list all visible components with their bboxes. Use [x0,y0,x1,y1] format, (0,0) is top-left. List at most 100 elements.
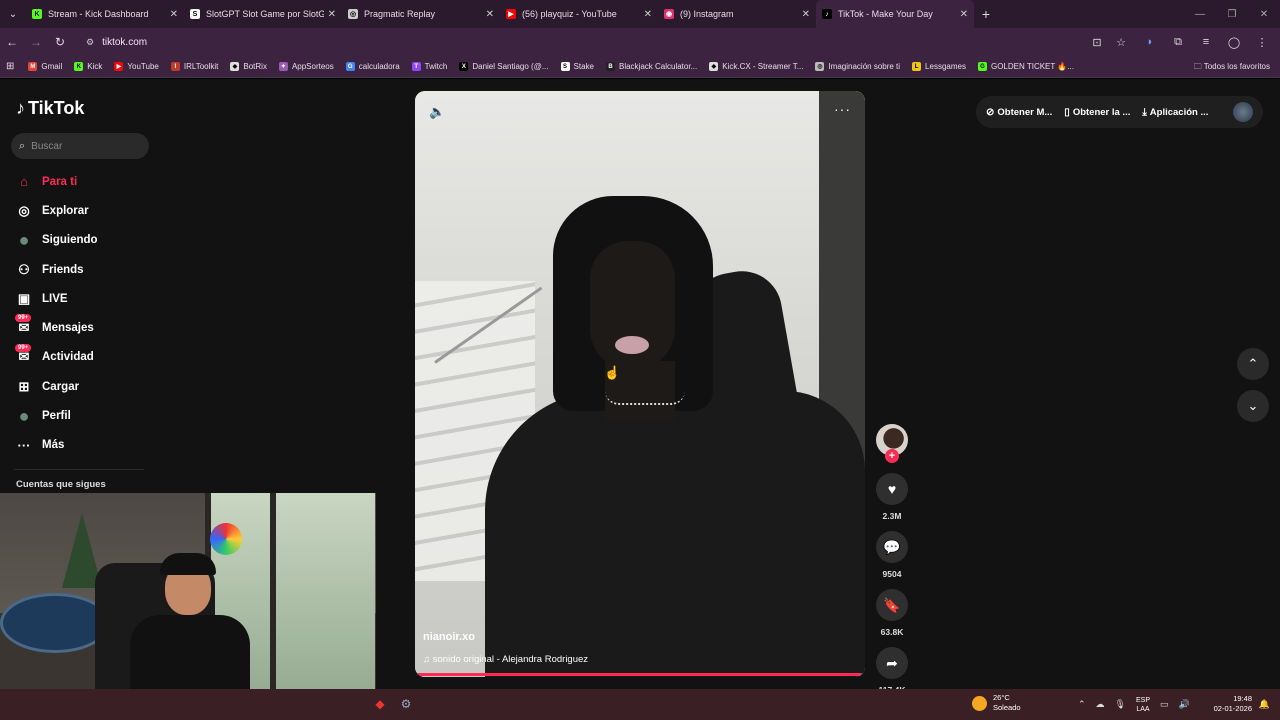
sidebar-item-cargar[interactable]: ⊞ Cargar [14,372,98,401]
video-username[interactable]: nianoir.xo [423,631,475,643]
notification-badge: 99+ [15,343,32,352]
reload-button[interactable]: ↻ [48,30,72,54]
bookmark-star-icon[interactable]: ☆ [1112,36,1130,49]
bookmark-icon: ◆ [230,62,240,71]
sidebar-item-siguiendo[interactable]: ● Siguiendo [14,226,98,255]
browser-tab[interactable]: ◉ (9) Instagram ✕ [658,0,816,28]
notification-bell-icon[interactable]: 🔔 [1259,699,1270,710]
comment-action[interactable]: 💬 9504 [876,531,908,579]
close-window-button[interactable]: ✕ [1248,0,1280,28]
user-avatar[interactable] [1233,102,1253,122]
bookmark-item[interactable]: ◆ Kick.CX - Streamer T... [709,62,803,71]
tab-close-icon[interactable]: ✕ [328,9,336,20]
search-input[interactable] [31,140,132,152]
profile-icon[interactable]: ◯ [1222,36,1246,49]
video-actions: + ♥ 2.3M 💬 9504 🔖 63.8K ➦ 117.4K [876,424,908,695]
minimize-button[interactable]: — [1184,0,1216,28]
back-button[interactable]: ← [0,30,24,54]
microphone-icon[interactable]: 🎙 [1115,699,1126,710]
clock[interactable]: 19:48 02-01-2026 [1214,694,1252,714]
site-info-icon[interactable]: ⚙ [86,37,94,48]
video-player[interactable]: 🔈 ··· ☝ nianoir.xo ♫ sonido original - A… [415,91,865,677]
bookmark-item[interactable]: ▶ YouTube [114,62,159,71]
tiktok-logo[interactable]: ♪ TikTok [16,98,84,119]
tab-strip: ⌄ K Stream - Kick Dashboard ✕ S SlotGPT Slot… [0,0,1280,28]
pc-app-button[interactable]: ⤓ Aplicación ... [1142,107,1208,118]
tab-search-button[interactable]: ⌄ [0,0,26,28]
browser-tab[interactable]: ♪ TikTok - Make Your Day ✕ [816,0,974,28]
bookmark-item[interactable]: L Lessgames [912,62,966,71]
menu-kebab-icon[interactable]: ⋮ [1250,36,1274,49]
browser-tab[interactable]: K Stream - Kick Dashboard ✕ [26,0,184,28]
share-icon[interactable]: ➦ [876,647,908,679]
video-progress-bar[interactable] [415,673,865,676]
heart-icon[interactable]: ♥ [876,473,908,505]
video-music[interactable]: ♫ sonido original - Alejandra Rodriguez [423,654,588,665]
onedrive-icon[interactable]: ☁ [1096,699,1105,710]
bookmark-item[interactable]: Gcalculadora [345,62,400,71]
settings-taskbar-icon[interactable]: ⚙ [398,696,414,712]
bookmark-item[interactable]: I IRLToolkit [170,62,218,71]
browser-tab[interactable]: ▶ (56) playquiz - YouTube ✕ [500,0,658,28]
bookmark-item[interactable]: M Gmail [28,62,62,71]
video-more-icon[interactable]: ··· [834,101,851,117]
tab-title: (9) Instagram [680,9,734,19]
sidebar-item-actividad[interactable]: ✉ Actividad 99+ [14,343,98,372]
search-box[interactable]: ⌕ [11,133,149,159]
music-note-icon: ♫ [423,654,433,665]
bookmark-item[interactable]: B Blackjack Calculator... [605,62,698,71]
bookmark-item[interactable]: G GOLDEN TICKET 🔥... [977,62,1074,71]
sidebar-item-live[interactable]: ▣ LIVE [14,284,98,313]
apps-grid-icon[interactable]: ⊞ [6,61,14,72]
sidebar-item-friends[interactable]: ⚇ Friends [14,255,98,284]
share-action[interactable]: ➦ 117.4K [876,647,908,695]
sidebar-item-m-s[interactable]: ··· Más [14,431,98,460]
get-coins-button[interactable]: ⊘ Obtener M... [986,107,1052,118]
chevron-up-icon[interactable]: ⌃ [1237,348,1269,380]
network-icon[interactable]: ▭ [1160,699,1169,710]
sidebar-item-para-ti[interactable]: ⌂ Para ti [14,167,98,196]
like-action[interactable]: ♥ 2.3M [876,473,908,521]
profile-avatar-icon: ● [18,405,30,426]
tab-close-icon[interactable]: ✕ [802,9,810,20]
bookmark-item[interactable]: S Stake [560,62,594,71]
tray-chevron-icon[interactable]: ⌃ [1078,699,1086,710]
bookmark-item[interactable]: ◆ BotRix [230,62,267,71]
bookmark-item[interactable]: ✦ AppSorteos [278,62,334,71]
app-taskbar-icon[interactable]: ◆ [372,696,388,712]
tab-close-icon[interactable]: ✕ [486,9,494,20]
bookmark-icon[interactable]: 🔖 [876,589,908,621]
sidebar-item-mensajes[interactable]: ✉ Mensajes 99+ [14,313,98,342]
get-app-button[interactable]: ▯ Obtener la ... [1064,107,1130,118]
bookmark-label: Blackjack Calculator... [618,62,698,71]
url-bar[interactable]: ⚙ tiktok.com ⊡ ☆ [78,31,1138,53]
new-tab-button[interactable]: + [974,6,998,22]
tab-close-icon[interactable]: ✕ [170,9,178,20]
language-indicator[interactable]: ESP LAA [1136,696,1150,714]
follow-plus-icon[interactable]: + [885,449,899,463]
save-action[interactable]: 🔖 63.8K [876,589,908,637]
bookmark-item[interactable]: T Twitch [411,62,447,71]
sidebar-item-explorar[interactable]: ◎ Explorar [14,196,98,225]
bookmark-item[interactable]: K Kick [74,62,102,71]
media-control-icon[interactable]: ≡ [1194,36,1218,49]
weather-widget[interactable]: 26°C Soleado [972,693,1021,713]
speaker-icon[interactable]: 🔊 [1179,699,1190,710]
comment-count: 9504 [882,569,902,579]
comment-icon[interactable]: 💬 [876,531,908,563]
maximize-button[interactable]: ❐ [1216,0,1248,28]
browser-tab[interactable]: S SlotGPT Slot Game por SlotGPT ✕ [184,0,342,28]
extension-icon[interactable]: ◗ [1138,36,1162,49]
tab-close-icon[interactable]: ✕ [960,9,968,20]
install-app-icon[interactable]: ⊡ [1088,36,1106,49]
volume-icon[interactable]: 🔈 [429,104,445,120]
tab-close-icon[interactable]: ✕ [644,9,652,20]
bookmark-item[interactable]: X Daniel Santiago (@... [459,62,549,71]
chevron-down-icon[interactable]: ⌄ [1237,390,1269,422]
all-bookmarks-button[interactable]: 🗀 Todos los favoritos [1194,61,1270,75]
extensions-puzzle-icon[interactable]: ⧉ [1166,36,1190,49]
bookmark-item[interactable]: ◎ Imaginación sobre ti [815,62,900,71]
browser-tab[interactable]: ◎ Pragmatic Replay ✕ [342,0,500,28]
sidebar-item-perfil[interactable]: ● Perfil [14,401,98,430]
forward-button[interactable]: → [24,30,48,54]
